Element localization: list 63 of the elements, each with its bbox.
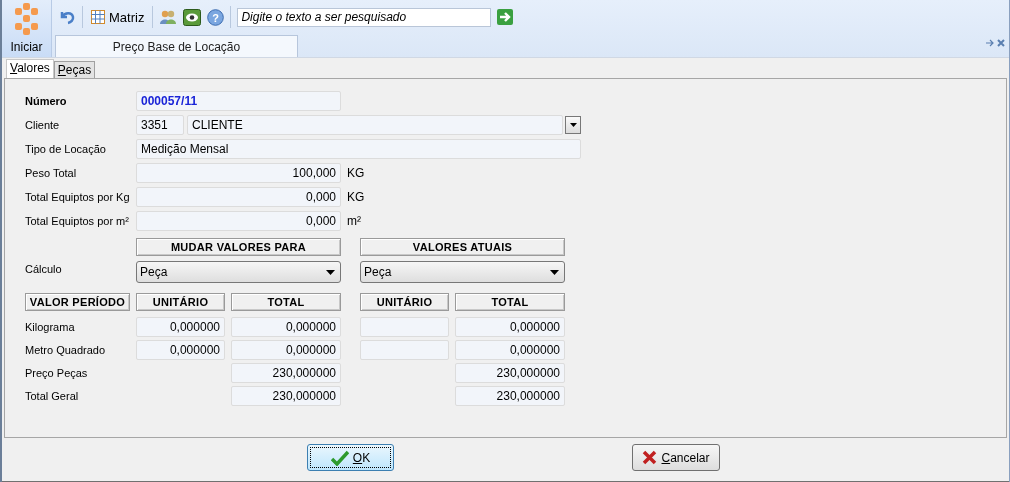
rental-type-field[interactable]: Medição Mensal [136,139,581,159]
tab[interactable]: Peças [53,61,96,78]
value-field[interactable]: 0,000000 [136,317,225,337]
people-icon[interactable] [159,9,178,25]
calculation-dropdown[interactable]: Peça [360,261,565,283]
start-button[interactable]: Iniciar [2,0,52,57]
grid-icon [91,10,105,24]
field-label: Número [25,95,68,107]
field-label: Total Equiptos por m² [25,215,130,227]
ok-button[interactable]: OK [307,444,394,471]
row-label: Preço Peças [25,367,89,379]
field-label: Total Equiptos por Kg [25,191,131,203]
value-field[interactable]: 0,000000 [455,340,565,360]
value-field[interactable]: 230,000000 [231,386,341,406]
caret-icon [569,123,577,127]
number-field[interactable]: 000057/11 [136,91,341,111]
client-name-field[interactable]: CLIENTE [187,115,563,135]
value-field[interactable] [360,340,449,360]
unit-label: KG [347,166,365,180]
checkmark-icon [330,449,349,466]
client-code-field[interactable]: 3351 [136,115,184,135]
matrix-button[interactable]: Matriz [89,9,147,25]
measure-field[interactable]: 0,000 [136,187,341,207]
measure-field[interactable]: 0,000 [136,211,341,231]
caret-icon [550,269,559,275]
row-label: Total Geral [25,390,80,402]
value-field[interactable]: 0,000000 [231,340,341,360]
cancel-button[interactable]: Cancelar [632,444,720,471]
column-header: TOTAL [455,293,565,311]
value-field[interactable] [360,317,449,337]
column-header: TOTAL [231,293,341,311]
row-label: Kilograma [25,321,76,333]
tab[interactable]: Valores [6,59,54,78]
column-header: VALOR PERÍODO [25,293,130,311]
column-header: VALORES ATUAIS [360,238,565,256]
field-label: Cálculo [25,263,63,275]
row-label: Metro Quadrado [25,344,107,356]
value-field[interactable]: 230,000000 [455,363,565,383]
field-label: Peso Total [25,167,78,179]
cross-icon [642,450,658,465]
dropdown-button[interactable] [565,116,581,134]
pin-arrow-icon[interactable] [986,39,995,47]
undo-icon[interactable] [58,9,76,25]
field-label: Tipo de Locação [25,143,107,155]
document-tab[interactable]: Preço Base de Locação [55,35,298,57]
go-arrow-icon[interactable] [497,9,514,25]
column-header: UNITÁRIO [360,293,449,311]
close-icon[interactable] [997,39,1005,47]
search-field[interactable]: Digite o texto a ser pesquisado [237,7,492,27]
eye-icon[interactable] [183,8,202,26]
column-header: MUDAR VALORES PARA [136,238,341,256]
column-header: UNITÁRIO [136,293,225,311]
measure-field[interactable]: 100,000 [136,163,341,183]
unit-label: KG [347,190,365,204]
value-field[interactable]: 230,000000 [231,363,341,383]
unit-label: m² [347,214,361,228]
field-label: Cliente [25,119,61,131]
value-field[interactable]: 0,000000 [231,317,341,337]
calculation-dropdown[interactable]: Peça [136,261,341,283]
caret-icon [326,269,335,275]
value-field[interactable]: 230,000000 [455,386,565,406]
value-field[interactable]: 0,000000 [136,340,225,360]
value-field[interactable]: 0,000000 [455,317,565,337]
